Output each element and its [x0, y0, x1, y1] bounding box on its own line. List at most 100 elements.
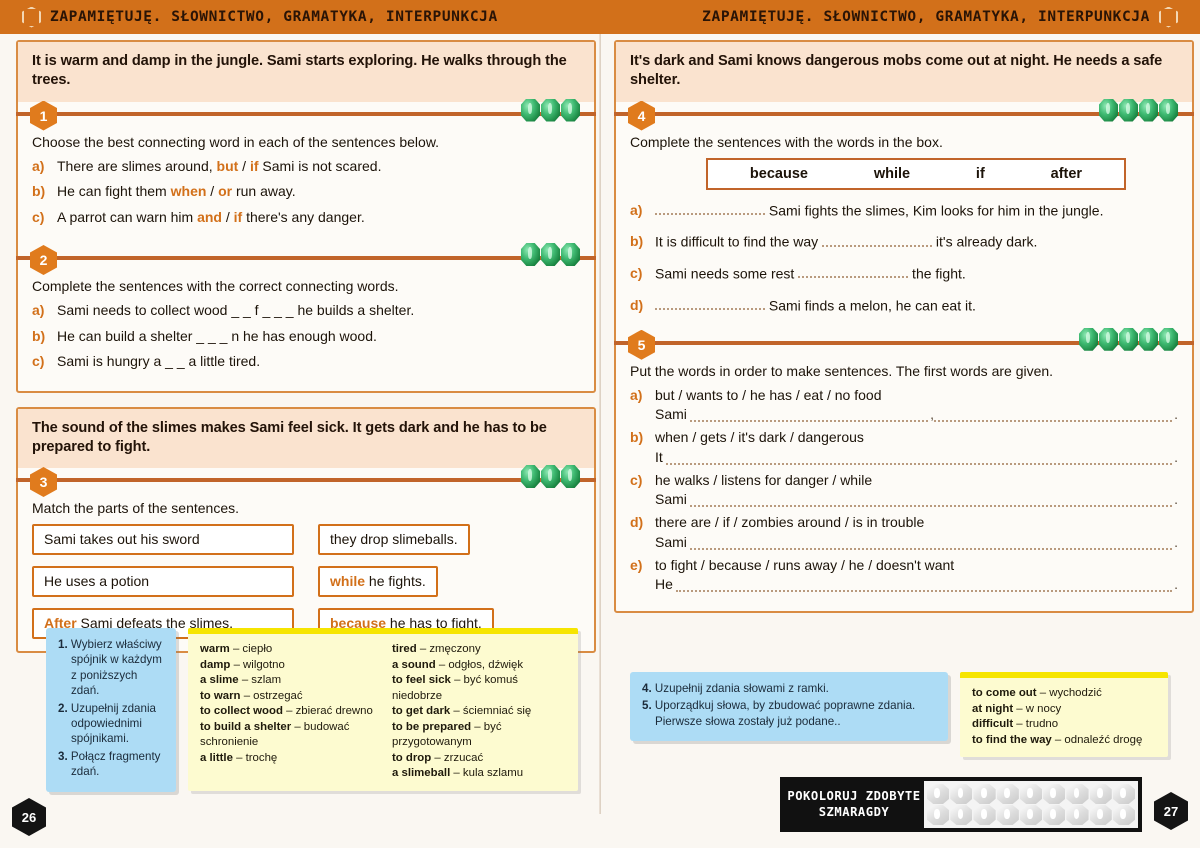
emerald-icon [1119, 327, 1138, 351]
list-item[interactable]: d) Sami finds a melon, he can eat it. [630, 297, 1178, 315]
match-box[interactable]: He uses a potion [32, 566, 294, 597]
emerald-slot[interactable] [1089, 805, 1112, 825]
list-item[interactable]: a) Sami fights the slimes, Kim looks for… [630, 202, 1178, 220]
emerald-icon [1119, 98, 1138, 122]
emerald-slot[interactable] [1043, 784, 1066, 804]
emerald-slot[interactable] [950, 784, 973, 804]
item-label: c) [32, 353, 45, 369]
list-item[interactable]: b) He can fight them when / or run away. [32, 183, 580, 201]
emerald-reward-group-5 [1079, 327, 1178, 351]
list-item[interactable]: c) Sami needs some rest the fight. [630, 265, 1178, 283]
emerald-slot[interactable] [1112, 805, 1135, 825]
answer-blank[interactable] [665, 453, 1173, 465]
vocabulary-box-right: to come out – wychodzić at night – w noc… [960, 672, 1168, 757]
answer-blank[interactable] [655, 297, 765, 311]
story-intro-3: It's dark and Sami knows dangerous mobs … [616, 42, 1192, 102]
exercise-5-body: Put the words in order to make sentences… [616, 353, 1192, 612]
emerald-slot-grid[interactable] [924, 781, 1138, 828]
answer-line[interactable]: Sami . [655, 534, 1178, 550]
exercise-4-instruction: Complete the sentences with the words in… [630, 133, 943, 150]
header-right: ZAPAMIĘTUJĘ. SŁOWNICTWO, GRAMATYKA, INTE… [600, 0, 1200, 34]
keyword[interactable]: when [171, 183, 207, 199]
item-label: b) [32, 183, 46, 199]
page-number-left: 26 [12, 798, 46, 836]
emerald-slot[interactable] [973, 805, 996, 825]
word-bank-item[interactable]: after [1051, 166, 1082, 182]
list-item[interactable]: c) A parrot can warn him and / if there'… [32, 209, 580, 227]
word-bank-item[interactable]: while [874, 166, 910, 182]
answer-line[interactable]: He . [655, 576, 1178, 593]
emerald-slot[interactable] [1089, 784, 1112, 804]
answer-line[interactable]: Sami . [655, 491, 1178, 508]
emerald-slot[interactable] [1019, 805, 1043, 825]
vocab-entry: tired – zmęczony [392, 643, 481, 655]
header-title-right: ZAPAMIĘTUJĘ. SŁOWNICTWO, GRAMATYKA, INTE… [702, 9, 1150, 25]
list-item[interactable]: b) He can build a shelter _ _ _ n he has… [32, 328, 580, 346]
list-item[interactable]: a) but / wants to / he has / eat / no fo… [630, 387, 1178, 423]
item-text: Sami needs some rest the fight. [655, 265, 966, 282]
punctuation: . [1174, 491, 1178, 508]
list-item[interactable]: c) Sami is hungry a _ _ a little tired. [32, 353, 580, 371]
answer-line[interactable]: It . [655, 449, 1178, 465]
keyword[interactable]: but [217, 158, 239, 174]
item-text: A parrot can warn him and / if there's a… [57, 208, 365, 225]
given-first-word: Sami [655, 533, 687, 550]
list-item[interactable]: b) It is difficult to find the way it's … [630, 233, 1178, 251]
vocab-entry-cont: schronienie [200, 736, 259, 748]
match-box[interactable]: Sami takes out his sword [32, 524, 294, 555]
emerald-slot[interactable] [1019, 784, 1043, 804]
page-number-right: 27 [1154, 792, 1188, 830]
answer-blank[interactable] [798, 265, 909, 279]
keyword[interactable]: and [197, 209, 222, 225]
list-item[interactable]: a) There are slimes around, but / if Sam… [32, 158, 580, 176]
item-label: c) [630, 265, 643, 282]
emerald-slot[interactable] [927, 784, 950, 804]
emerald-slot[interactable] [927, 805, 950, 825]
emerald-slot[interactable] [996, 805, 1019, 825]
emerald-slot[interactable] [973, 784, 996, 804]
answer-blank[interactable] [689, 538, 1173, 550]
emerald-slot[interactable] [1066, 805, 1089, 825]
list-item[interactable]: e) to fight / because / runs away / he /… [630, 557, 1178, 593]
word-bank-item[interactable]: because [750, 166, 808, 182]
exercise-2-items: a) Sami needs to collect wood _ _ f _ _ … [32, 302, 580, 371]
divider-rule [16, 256, 596, 260]
vocab-entry: to build a shelter – budować [200, 720, 350, 733]
emerald-slot[interactable] [996, 784, 1019, 804]
score-label-line2: SZMARAGDY [818, 804, 890, 819]
answer-blank[interactable] [689, 410, 929, 423]
keyword: while [330, 573, 366, 589]
given-first-word: Sami [655, 491, 687, 508]
vocab-entry: a slimeball – kula szlamu [392, 767, 524, 779]
emerald-slot[interactable] [1112, 784, 1135, 804]
list-item[interactable]: b) when / gets / it's dark / dangerous I… [630, 429, 1178, 465]
emerald-slot[interactable] [950, 805, 973, 825]
score-label-line1: POKOLORUJ ZDOBYTE [787, 788, 921, 803]
emerald-slot[interactable] [1043, 805, 1066, 825]
answer-blank[interactable] [822, 233, 933, 247]
hint-number: 3. [58, 749, 68, 763]
keyword[interactable]: if [250, 158, 259, 174]
answer-blank[interactable] [655, 202, 765, 215]
left-footer-hints: 1. Wybierz właściwy spójnik w każdym z p… [46, 628, 578, 792]
answer-line[interactable]: Sami , . [655, 406, 1178, 423]
story-intro-2: The sound of the slimes makes Sami feel … [18, 408, 594, 468]
word-bank-item[interactable]: if [976, 166, 985, 182]
vocab-entry: to warn – ostrzegać [200, 689, 303, 702]
answer-blank[interactable] [689, 495, 1173, 508]
vocab-column-1: warm – ciepło damp – wilgotno a slime – … [200, 642, 374, 782]
vocab-entry: at night – w nocy [972, 702, 1062, 715]
keyword[interactable]: or [218, 183, 232, 199]
emerald-slot[interactable] [1066, 784, 1089, 804]
list-item[interactable]: d) there are / if / zombies around / is … [630, 514, 1178, 550]
answer-blank[interactable] [675, 580, 1173, 593]
match-box[interactable]: they drop slimeballs. [318, 524, 470, 555]
emerald-icon [1139, 98, 1158, 122]
list-item[interactable]: a) Sami needs to collect wood _ _ f _ _ … [32, 302, 580, 320]
answer-blank[interactable] [933, 410, 1173, 423]
match-box[interactable]: while he fights. [318, 566, 438, 597]
vocab-entry: to collect wood – zbierać drewno [200, 705, 373, 717]
keyword[interactable]: if [234, 209, 243, 225]
list-item[interactable]: c) he walks / listens for danger / while… [630, 472, 1178, 508]
given-first-word: It [655, 448, 663, 465]
